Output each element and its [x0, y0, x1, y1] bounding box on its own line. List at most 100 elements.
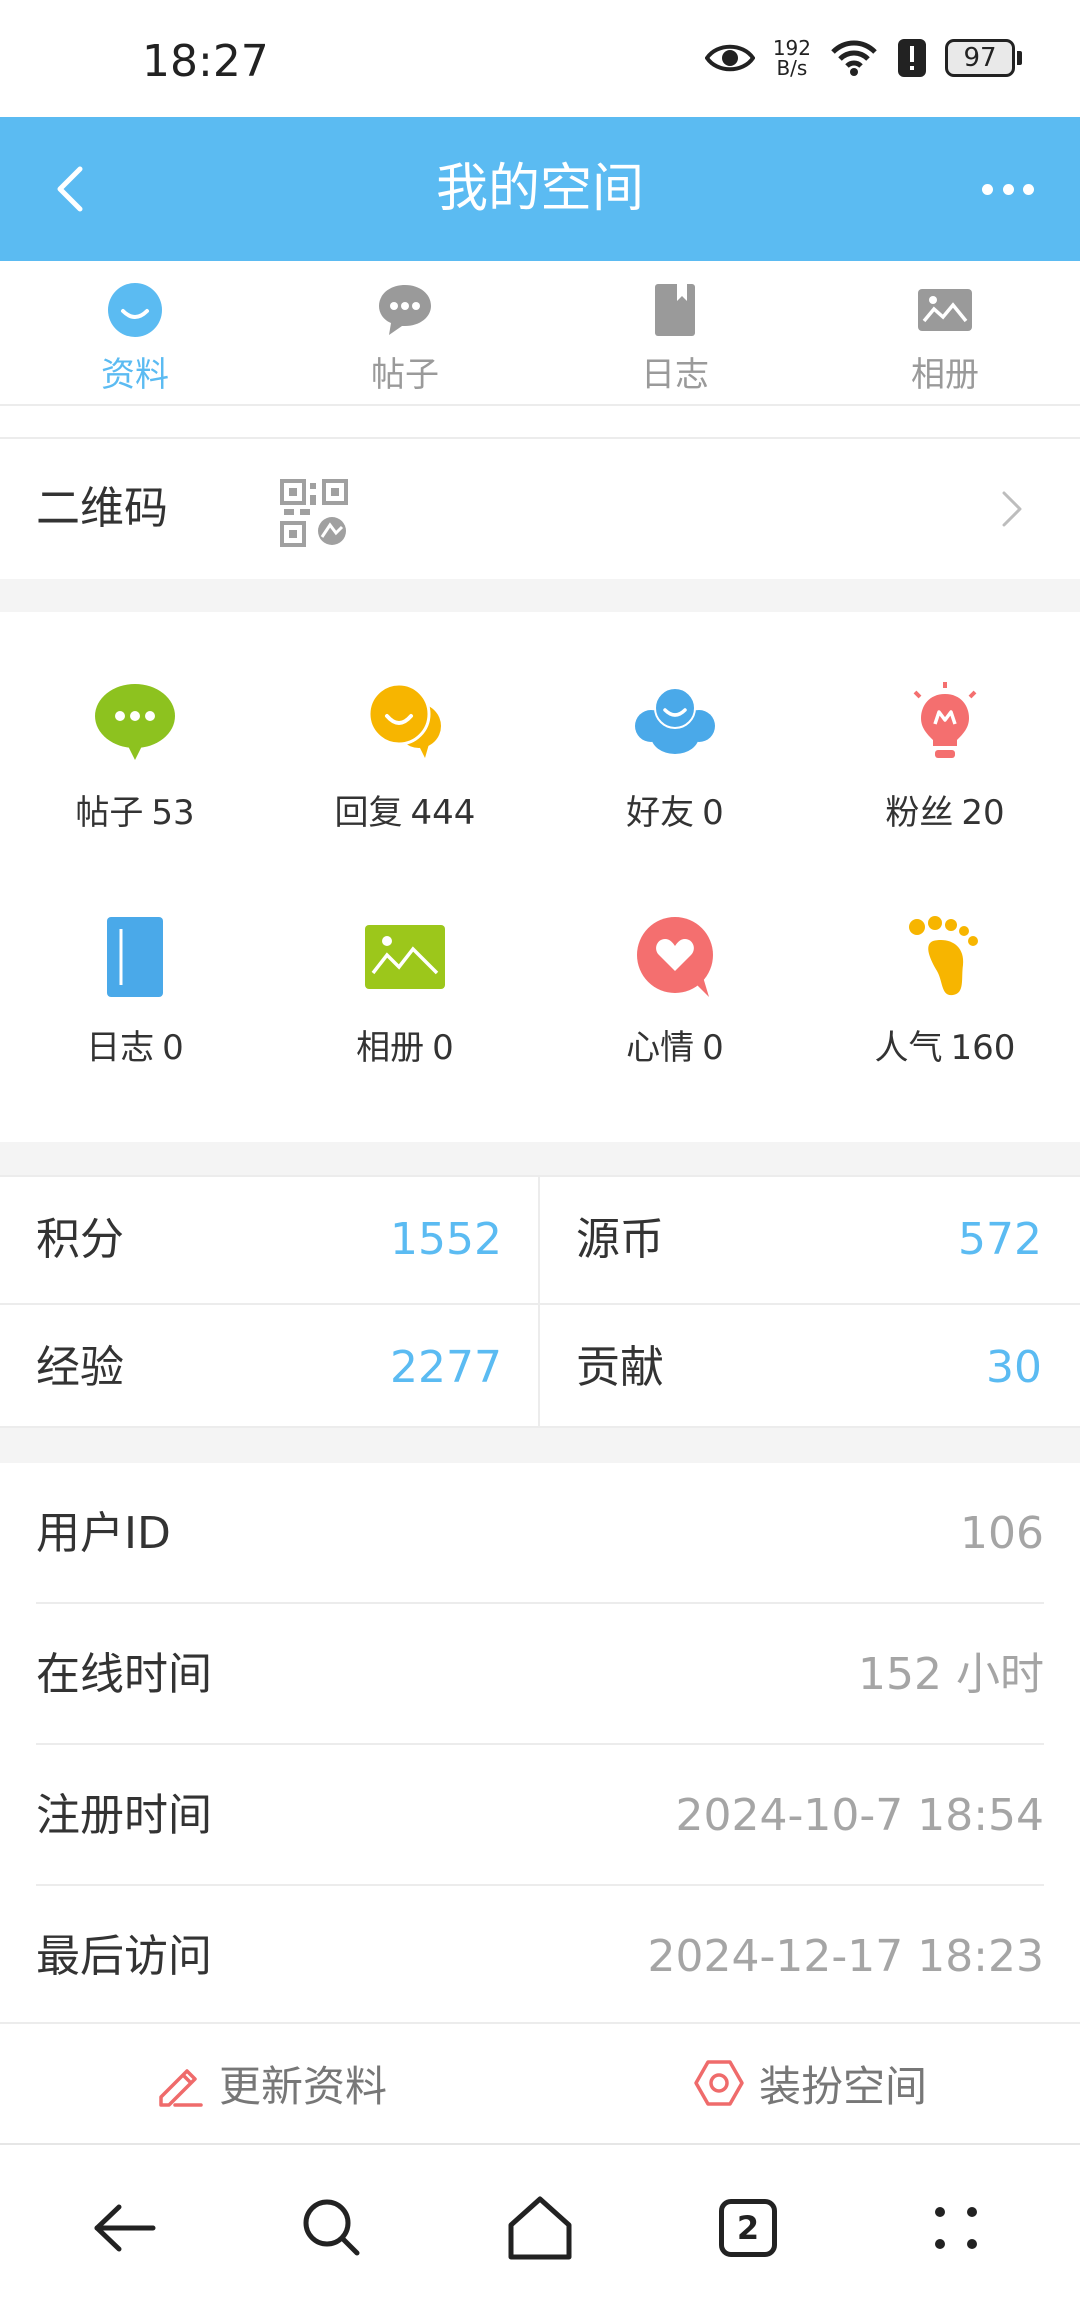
- nav-home-button[interactable]: [495, 2183, 585, 2273]
- chevron-right-icon: [1002, 491, 1022, 527]
- friends-icon: [635, 687, 715, 754]
- action-label: 装扮空间: [758, 2061, 927, 2111]
- tab-label: 相册: [911, 355, 979, 395]
- score-value: 572: [958, 1214, 1042, 1265]
- stat-album[interactable]: 相册 0: [270, 912, 540, 1069]
- reply-bubble-icon: [367, 682, 441, 758]
- system-navigation-bar: 2: [0, 2143, 1080, 2310]
- status-icons: 192 B/s 97: [704, 38, 1022, 78]
- stat-diary[interactable]: 日志 0: [0, 912, 270, 1069]
- eye-icon: [704, 44, 755, 72]
- decorate-space-button[interactable]: 装扮空间: [540, 2024, 1080, 2142]
- score-value: 1552: [390, 1214, 502, 1265]
- net-speed-unit: B/s: [776, 56, 808, 80]
- mood-heart-icon: [637, 917, 713, 997]
- stat-label: 帖子: [75, 793, 144, 833]
- stat-label-row: 人气 160: [875, 1020, 1016, 1069]
- status-bar: 18:27 192 B/s 97: [0, 0, 1080, 117]
- footprint-icon: [909, 916, 978, 996]
- stat-label-row: 好友 0: [626, 785, 724, 834]
- info-row-last-visit: 最后访问 2024-12-17 18:23: [36, 1886, 1044, 2027]
- stat-value: 20: [961, 793, 1005, 833]
- qr-code-icon: [280, 479, 348, 547]
- post-bubble-icon: [95, 684, 175, 760]
- info-value: 2024-10-7 18:54: [675, 1790, 1045, 1841]
- nav-back-button[interactable]: [79, 2183, 169, 2273]
- section-divider: [0, 1142, 1080, 1175]
- back-arrow-icon: [94, 2204, 156, 2251]
- info-value: 106: [960, 1508, 1044, 1559]
- info-row-register-time: 注册时间 2024-10-7 18:54: [36, 1745, 1044, 1886]
- score-contribution: 贡献 30: [540, 1305, 1078, 1431]
- qr-code-label: 二维码: [36, 483, 168, 534]
- fans-bulb-icon: [913, 682, 977, 758]
- stat-fans[interactable]: 粉丝 20: [810, 677, 1080, 834]
- score-label: 积分: [36, 1214, 124, 1265]
- stat-value: 0: [702, 793, 724, 833]
- score-experience: 经验 2277: [0, 1305, 538, 1431]
- diary-icon: [107, 917, 163, 997]
- profile-tabs: 资料 帖子 日志 相册: [0, 261, 1080, 406]
- score-label: 源币: [576, 1214, 664, 1265]
- net-speed: 192 B/s: [773, 38, 811, 78]
- decorate-hexagon-icon: [694, 2060, 744, 2106]
- tab-label: 资料: [101, 355, 169, 395]
- tab-album[interactable]: 相册: [810, 261, 1080, 404]
- alert-icon: [898, 39, 926, 77]
- spacer: [0, 406, 1080, 437]
- info-list: 用户ID 106 在线时间 152 小时 注册时间 2024-10-7 18:5…: [0, 1463, 1080, 2027]
- nav-tabs-button[interactable]: 2: [703, 2183, 793, 2273]
- tab-profile[interactable]: 资料: [0, 261, 270, 404]
- home-icon: [508, 2196, 572, 2259]
- stat-value: 444: [410, 793, 476, 833]
- section-divider: [0, 1428, 1080, 1463]
- net-speed-value: 192: [772, 36, 811, 60]
- score-value: 30: [986, 1342, 1042, 1393]
- stat-mood[interactable]: 心情 0: [540, 912, 810, 1069]
- info-value: 2024-12-17 18:23: [647, 1931, 1045, 1982]
- stat-value: 53: [151, 793, 195, 833]
- tabs-icon: 2: [719, 2198, 777, 2257]
- notebook-icon: [655, 284, 695, 336]
- smile-icon: [108, 283, 162, 337]
- stat-label-row: 回复 444: [335, 785, 476, 834]
- battery-icon: 97: [945, 39, 1022, 77]
- stat-replies[interactable]: 回复 444: [270, 677, 540, 834]
- info-label: 用户ID: [36, 1508, 171, 1559]
- stat-friends[interactable]: 好友 0: [540, 677, 810, 834]
- tab-label: 日志: [641, 355, 709, 395]
- nav-search-button[interactable]: [287, 2183, 377, 2273]
- info-label: 在线时间: [36, 1649, 212, 1700]
- page-title: 我的空间: [435, 159, 644, 219]
- section-divider: [0, 579, 1080, 612]
- tab-label: 帖子: [371, 355, 439, 395]
- stat-label: 相册: [356, 1028, 425, 1068]
- stat-value: 0: [432, 1028, 454, 1068]
- score-value: 2277: [390, 1342, 502, 1393]
- stat-popularity[interactable]: 人气 160: [810, 912, 1080, 1069]
- stat-posts[interactable]: 帖子 53: [0, 677, 270, 834]
- score-label: 贡献: [576, 1342, 664, 1393]
- stat-value: 0: [162, 1028, 184, 1068]
- photo-icon: [918, 289, 972, 331]
- update-profile-button[interactable]: 更新资料: [0, 2024, 540, 2142]
- battery-level: 97: [945, 39, 1015, 77]
- nav-menu-button[interactable]: [911, 2183, 1001, 2273]
- action-bar: 更新资料 装扮空间: [0, 2022, 1080, 2142]
- stat-label: 心情: [626, 1028, 695, 1068]
- more-button[interactable]: [972, 165, 1044, 213]
- edit-pencil-icon: [159, 2069, 203, 2107]
- tab-diary[interactable]: 日志: [540, 261, 810, 404]
- stat-value: 160: [950, 1028, 1016, 1068]
- info-row-online-time: 在线时间 152 小时: [36, 1604, 1044, 1745]
- status-time: 18:27: [142, 36, 269, 87]
- stat-label-row: 帖子 53: [75, 785, 194, 834]
- info-value: 152 小时: [858, 1649, 1044, 1700]
- album-icon: [365, 925, 445, 989]
- stat-label: 回复: [334, 793, 403, 833]
- stat-label: 日志: [86, 1028, 155, 1068]
- qr-code-row[interactable]: 二维码: [0, 437, 1080, 577]
- tab-posts[interactable]: 帖子: [270, 261, 540, 404]
- stat-label-row: 相册 0: [356, 1020, 454, 1069]
- grid-divider: [0, 1303, 1080, 1305]
